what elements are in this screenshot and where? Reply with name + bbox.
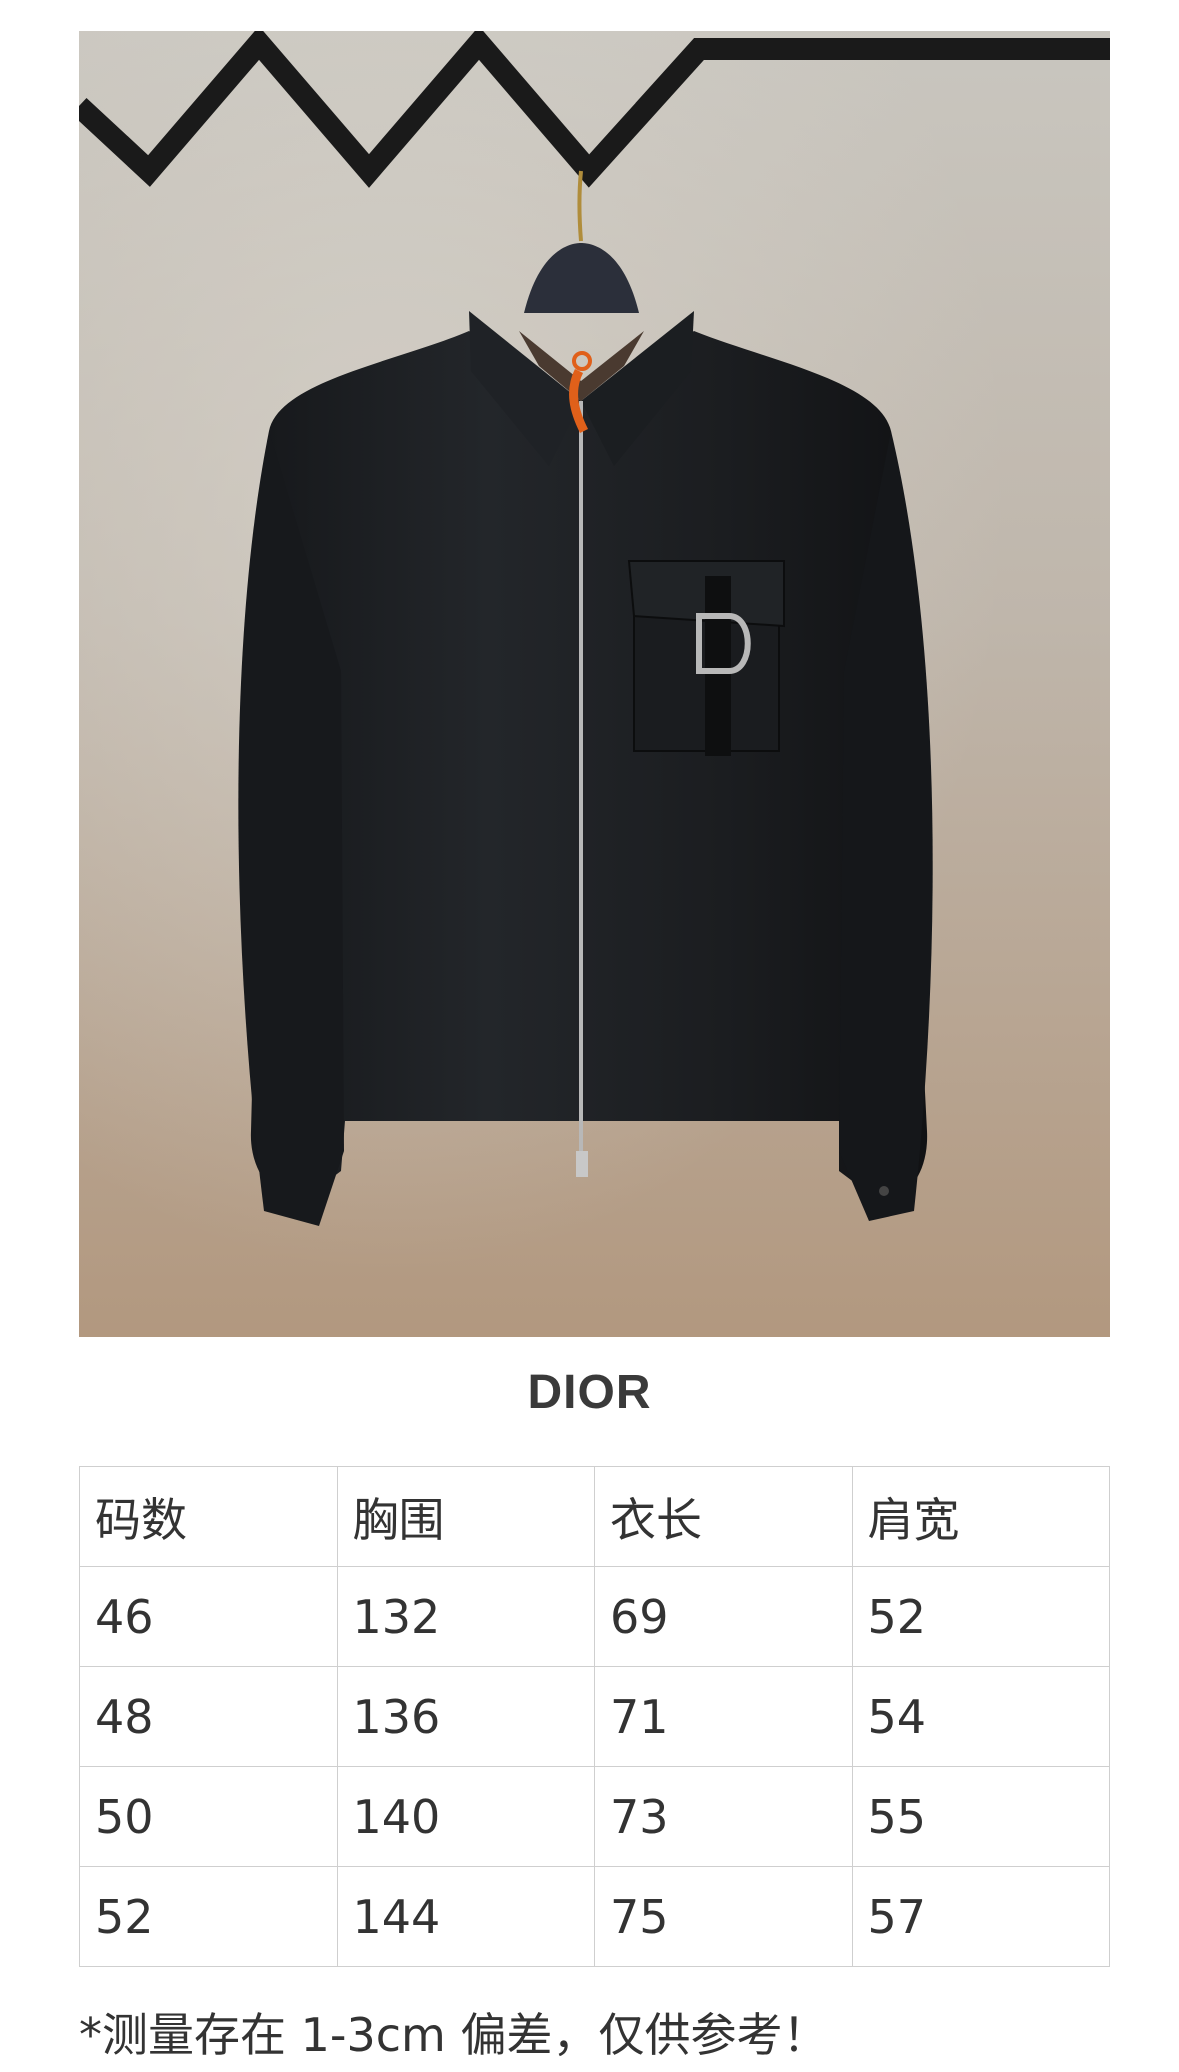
table-cell: 144 — [336, 1866, 595, 1967]
table-cell: 71 — [594, 1666, 853, 1767]
table-row: 52 144 75 57 — [79, 1866, 1110, 1967]
table-cell: 50 — [79, 1766, 338, 1867]
table-cell: 55 — [851, 1766, 1110, 1867]
table-cell: 132 — [336, 1566, 595, 1667]
header-length: 衣长 — [594, 1466, 853, 1567]
table-cell: 52 — [79, 1866, 338, 1967]
header-size: 码数 — [79, 1466, 338, 1567]
table-cell: 46 — [79, 1566, 338, 1667]
product-photo — [79, 31, 1110, 1337]
size-chart-table: 码数 胸围 衣长 肩宽 46 132 69 52 48 136 71 54 50… — [79, 1466, 1110, 1967]
table-header-row: 码数 胸围 衣长 肩宽 — [79, 1466, 1110, 1567]
brand-name: DIOR — [527, 1366, 652, 1419]
table-row: 50 140 73 55 — [79, 1766, 1110, 1867]
table-cell: 75 — [594, 1866, 853, 1967]
jacket-photo — [79, 31, 1110, 1337]
table-row: 48 136 71 54 — [79, 1666, 1110, 1767]
measurement-disclaimer: *测量存在 1-3cm 偏差，仅供参考！ — [79, 2008, 829, 2062]
table-cell: 140 — [336, 1766, 595, 1867]
table-cell: 57 — [851, 1866, 1110, 1967]
table-cell: 52 — [851, 1566, 1110, 1667]
table-cell: 69 — [594, 1566, 853, 1667]
table-cell: 136 — [336, 1666, 595, 1767]
header-shoulder: 肩宽 — [851, 1466, 1110, 1567]
table-row: 46 132 69 52 — [79, 1566, 1110, 1667]
table-cell: 54 — [851, 1666, 1110, 1767]
table-cell: 73 — [594, 1766, 853, 1867]
header-chest: 胸围 — [336, 1466, 595, 1567]
table-cell: 48 — [79, 1666, 338, 1767]
